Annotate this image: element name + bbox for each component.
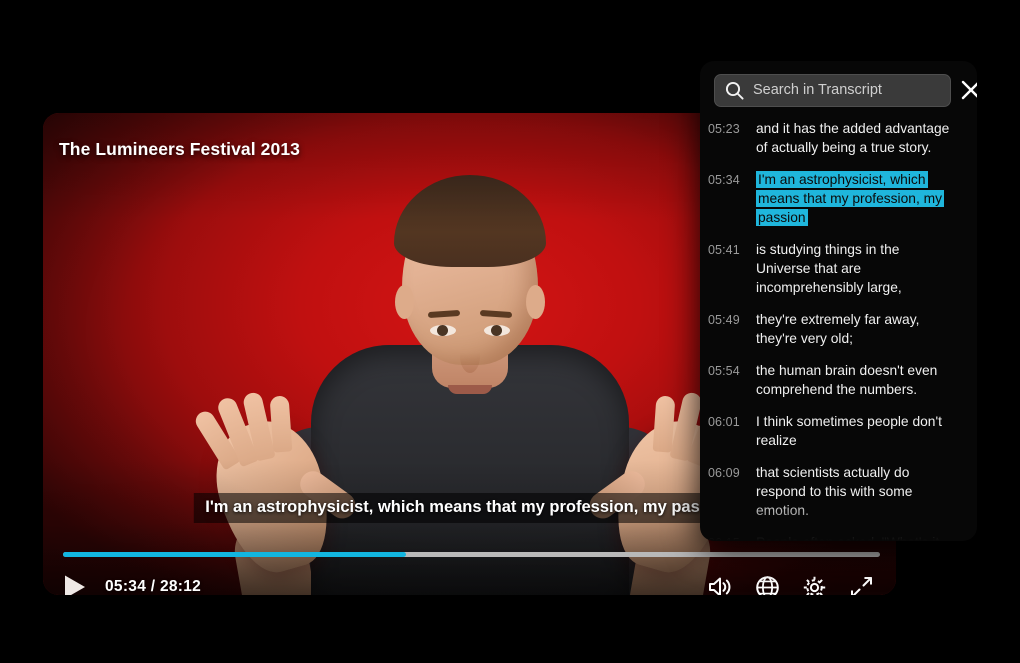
cue-text: they're extremely far away, they're very …	[756, 310, 967, 348]
play-icon	[65, 575, 85, 595]
cue-timestamp: 05:34	[708, 173, 740, 187]
transcript-panel-header	[700, 61, 977, 119]
settings-button[interactable]	[797, 570, 831, 595]
transcript-cue[interactable]: 06:15 People often asked, "What's it	[708, 533, 967, 541]
cue-line: passion	[756, 209, 808, 226]
cue-timestamp: 05:23	[708, 122, 740, 136]
app-root: The Lumineers Festival 2013 I'm an astro…	[0, 0, 1020, 663]
cue-line: is studying things in the	[756, 242, 900, 257]
cue-timestamp: 06:15	[708, 533, 748, 541]
cue-line: I think sometimes people don't	[756, 414, 942, 429]
cue-text: is studying things in the Universe that a…	[756, 240, 967, 297]
transcript-cue[interactable]: 05:49 they're extremely far away, they're …	[708, 310, 967, 348]
cue-line: that scientists actually do	[756, 465, 910, 480]
cue-text: I'm an astrophysicist, which means that m…	[756, 170, 967, 227]
cue-line: they're very old;	[756, 331, 853, 346]
volume-button[interactable]	[703, 570, 737, 595]
cue-timestamp: 05:49	[708, 313, 740, 327]
cue-line: emotion.	[756, 503, 809, 518]
language-button[interactable]	[750, 570, 784, 595]
transcript-cue[interactable]: 05:34 I'm an astrophysicist, which means t…	[708, 170, 967, 227]
transcript-search-box[interactable]	[714, 73, 951, 107]
cue-text: the human brain doesn't even comprehend t…	[756, 361, 967, 399]
time-display: 05:34 / 28:12	[105, 578, 202, 595]
search-icon	[725, 81, 744, 100]
cue-line: incomprehensibly large,	[756, 280, 902, 295]
cue-line: respond to this with some	[756, 484, 913, 499]
progress-fill	[63, 552, 407, 557]
cue-text: People often asked, "What's it	[756, 533, 967, 541]
cue-line: People often asked, "What's it	[756, 535, 939, 541]
control-row: 05:34 / 28:12	[63, 565, 878, 595]
cue-line: means that my profession, my	[756, 190, 945, 207]
fullscreen-button[interactable]	[844, 570, 878, 595]
cue-timestamp: 06:09	[708, 466, 740, 480]
globe-icon	[755, 575, 779, 595]
cue-timestamp: 06:01	[708, 415, 740, 429]
progress-bar[interactable]	[63, 552, 880, 557]
fullscreen-icon	[850, 576, 872, 595]
gear-icon	[803, 576, 825, 595]
transcript-cue[interactable]: 05:54 the human brain doesn't even compreh…	[708, 361, 967, 399]
cue-text: I think sometimes people don't realize	[756, 412, 967, 450]
video-caption: I'm an astrophysicist, which means that …	[193, 493, 746, 523]
cue-line: realize	[756, 433, 797, 448]
volume-icon	[709, 577, 731, 595]
cue-timestamp: 05:54	[708, 364, 740, 378]
transcript-cue[interactable]: 06:01 I think sometimes people don't reali…	[708, 412, 967, 450]
cue-line: of actually being a true story.	[756, 140, 932, 155]
cue-line: they're extremely far away,	[756, 312, 920, 327]
play-button[interactable]	[63, 572, 91, 595]
transcript-cue[interactable]: 05:41 is studying things in the Universe t…	[708, 240, 967, 297]
cue-text: and it has the added advantage of actuall…	[756, 119, 967, 157]
transcript-panel: 05:23 and it has the added advantage of ac…	[700, 61, 977, 541]
search-input[interactable]	[753, 82, 940, 98]
close-icon	[961, 80, 977, 100]
cue-timestamp: 05:41	[708, 243, 740, 257]
cue-line: Universe that are	[756, 261, 862, 276]
cue-line: the human brain doesn't even	[756, 363, 938, 378]
video-title: The Lumineers Festival 2013	[59, 139, 301, 159]
transcript-cue-list[interactable]: 05:23 and it has the added advantage of ac…	[700, 119, 977, 541]
close-transcript-button[interactable]	[959, 74, 977, 106]
transcript-cue[interactable]: 05:23 and it has the added advantage of ac…	[708, 119, 967, 157]
cue-line: I'm an astrophysicist, which	[756, 171, 928, 188]
cue-line: comprehend the numbers.	[756, 382, 918, 397]
cue-text: that scientists actually do respond to th…	[756, 463, 967, 520]
cue-line: and it has the added advantage	[756, 121, 950, 136]
transcript-cue[interactable]: 06:09 that scientists actually do respond …	[708, 463, 967, 520]
